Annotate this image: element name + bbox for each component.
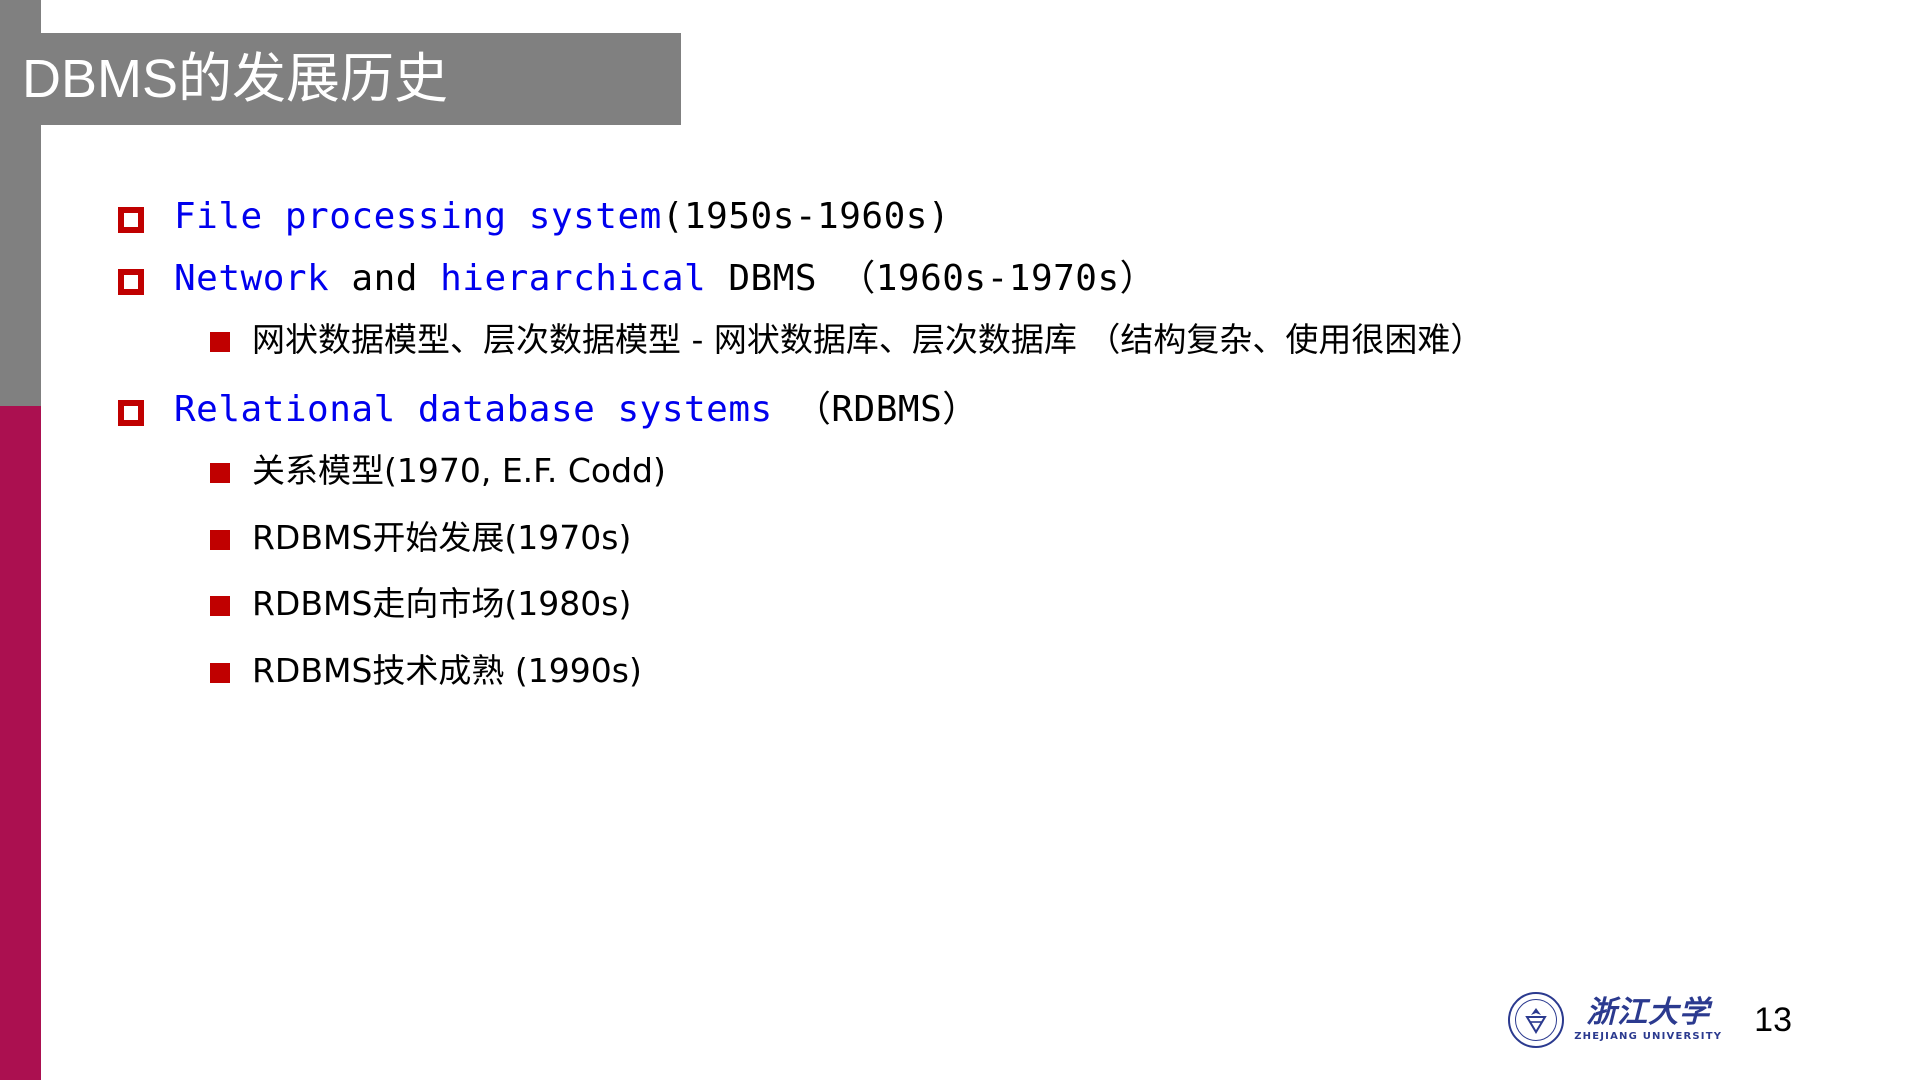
bullet-segment-black: （RDBMS） <box>772 388 979 430</box>
zju-seal-icon <box>1508 992 1565 1048</box>
bullet-block-network-hierarchical: Network and hierarchical DBMS （1960s-197… <box>118 257 1798 362</box>
hollow-square-bullet-icon <box>118 268 144 295</box>
sub-bullet-text: 网状数据模型、层次数据模型 - 网状数据库、层次数据库 （结构复杂、使用很困难） <box>252 319 1484 359</box>
sub-bullet-list: 网状数据模型、层次数据模型 - 网状数据库、层次数据库 （结构复杂、使用很困难） <box>210 319 1798 362</box>
slide: DBMS的发展历史 File processing system(1950s-1… <box>0 0 1920 1080</box>
sub-bullet-list: 关系模型(1970, E.F. Codd) RDBMS开始发展(1970s) R… <box>210 450 1798 694</box>
sub-bullet-item: RDBMS开始发展(1970s) <box>210 517 1798 560</box>
bullet-block-file-processing: File processing system(1950s-1960s) <box>118 195 1798 239</box>
left-stripe-crimson <box>0 406 41 1080</box>
sub-bullet-item: 关系模型(1970, E.F. Codd) <box>210 450 1798 493</box>
filled-square-bullet-icon <box>210 331 230 352</box>
page-number: 13 <box>1754 1000 1792 1039</box>
filled-square-bullet-icon <box>210 663 230 684</box>
bullet-level1-text: Network and hierarchical DBMS （1960s-197… <box>174 257 1156 301</box>
bullet-segment-black: and <box>329 257 441 299</box>
sub-bullet-text: 关系模型(1970, E.F. Codd) <box>252 450 666 490</box>
filled-square-bullet-icon <box>210 529 230 550</box>
sub-bullet-item: RDBMS走向市场(1980s) <box>210 583 1798 626</box>
hollow-square-bullet-icon <box>118 399 144 426</box>
slide-body: File processing system(1950s-1960s) Netw… <box>118 195 1798 717</box>
bullet-segment-black: DBMS （1960s-1970s） <box>706 257 1157 299</box>
university-logo: 浙江大学 ZHEJIANG UNIVERSITY <box>1508 992 1722 1048</box>
title-bar: DBMS的发展历史 <box>0 33 681 125</box>
filled-square-bullet-icon <box>210 596 230 617</box>
logo-wordmark: 浙江大学 ZHEJIANG UNIVERSITY <box>1574 998 1722 1042</box>
bullet-segment-black: (1950s-1960s) <box>661 196 951 237</box>
bullet-level1: File processing system(1950s-1960s) <box>118 195 1798 239</box>
sub-bullet-text: RDBMS开始发展(1970s) <box>252 517 632 557</box>
bullet-level1-text: File processing system(1950s-1960s) <box>174 195 950 239</box>
bullet-level1: Network and hierarchical DBMS （1960s-197… <box>118 257 1798 301</box>
logo-english-name: ZHEJIANG UNIVERSITY <box>1574 1031 1723 1042</box>
sub-bullet-text: RDBMS技术成熟 (1990s) <box>252 651 642 691</box>
bullet-segment-blue: Relational database systems <box>174 388 773 430</box>
sub-bullet-item: 网状数据模型、层次数据模型 - 网状数据库、层次数据库 （结构复杂、使用很困难） <box>210 319 1798 362</box>
hollow-square-bullet-icon <box>118 207 144 233</box>
sub-bullet-text: RDBMS走向市场(1980s) <box>252 584 632 624</box>
bullet-level1-text: Relational database systems （RDBMS） <box>174 388 979 432</box>
bullet-level1: Relational database systems （RDBMS） <box>118 388 1798 432</box>
bullet-segment-blue: hierarchical <box>440 257 707 299</box>
filled-square-bullet-icon <box>210 462 230 483</box>
page-title: DBMS的发展历史 <box>22 49 449 109</box>
logo-chinese-name: 浙江大学 <box>1586 995 1711 1030</box>
bullet-segment-blue: File processing system <box>174 196 662 237</box>
sub-bullet-item: RDBMS技术成熟 (1990s) <box>210 650 1798 693</box>
bullet-segment-blue: Network <box>174 257 330 299</box>
bullet-block-relational: Relational database systems （RDBMS） 关系模型… <box>118 388 1798 693</box>
slide-footer: 浙江大学 ZHEJIANG UNIVERSITY 13 <box>1508 992 1792 1048</box>
